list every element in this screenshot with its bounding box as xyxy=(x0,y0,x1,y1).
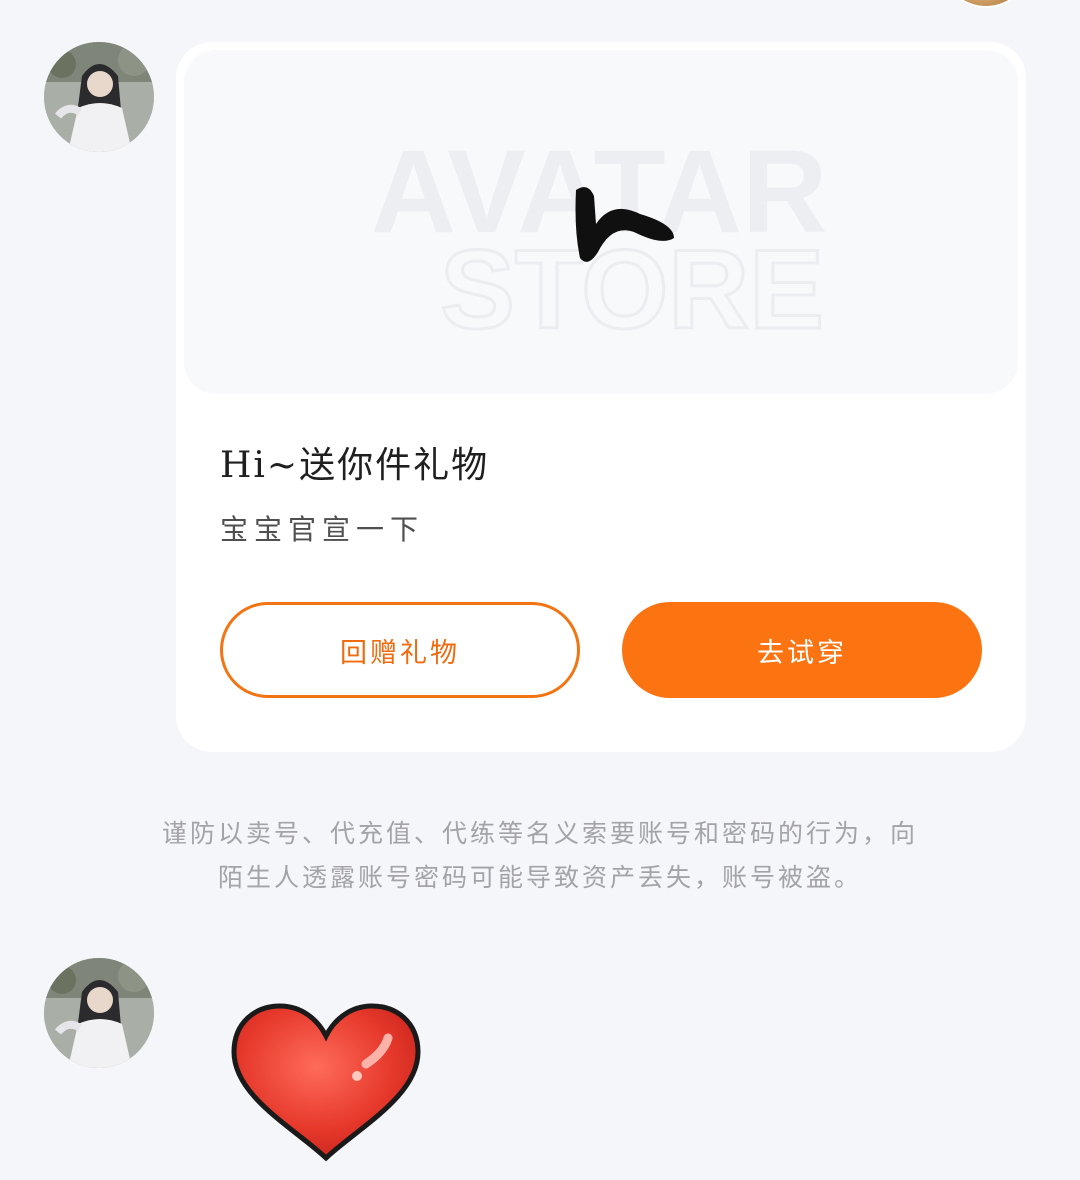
red-heart-icon[interactable] xyxy=(226,1000,426,1166)
security-notice-line-1: 谨防以卖号、代充值、代练等名义索要账号和密码的行为，向 xyxy=(161,819,918,848)
return-gift-button[interactable]: 回赠礼物 xyxy=(220,602,580,698)
gift-title: Hi~送你件礼物 xyxy=(220,445,490,486)
sender-avatar-second[interactable] xyxy=(44,958,154,1068)
security-notice-line-2: 陌生人透露账号密码可能导致资产丢失，账号被盗。 xyxy=(217,863,862,892)
try-on-button[interactable]: 去试穿 xyxy=(622,602,982,698)
avatar-photo-image xyxy=(44,958,154,1068)
black-hair-clip-icon xyxy=(575,187,674,262)
gift-message-card[interactable]: AVATAR STORE Hi~送你件礼物 宝宝官宣一下 回赠礼物 去试穿 xyxy=(176,42,1026,752)
security-notice: 谨防以卖号、代充值、代练等名义索要账号和密码的行为，向 陌生人透露账号密码可能导… xyxy=(70,812,1010,900)
gift-subtitle: 宝宝官宣一下 xyxy=(220,513,425,546)
gift-preview-panel[interactable]: AVATAR STORE xyxy=(184,50,1018,394)
sender-avatar[interactable] xyxy=(44,42,154,152)
other-user-avatar[interactable] xyxy=(940,0,1032,8)
avatar-photo-image xyxy=(44,42,154,152)
